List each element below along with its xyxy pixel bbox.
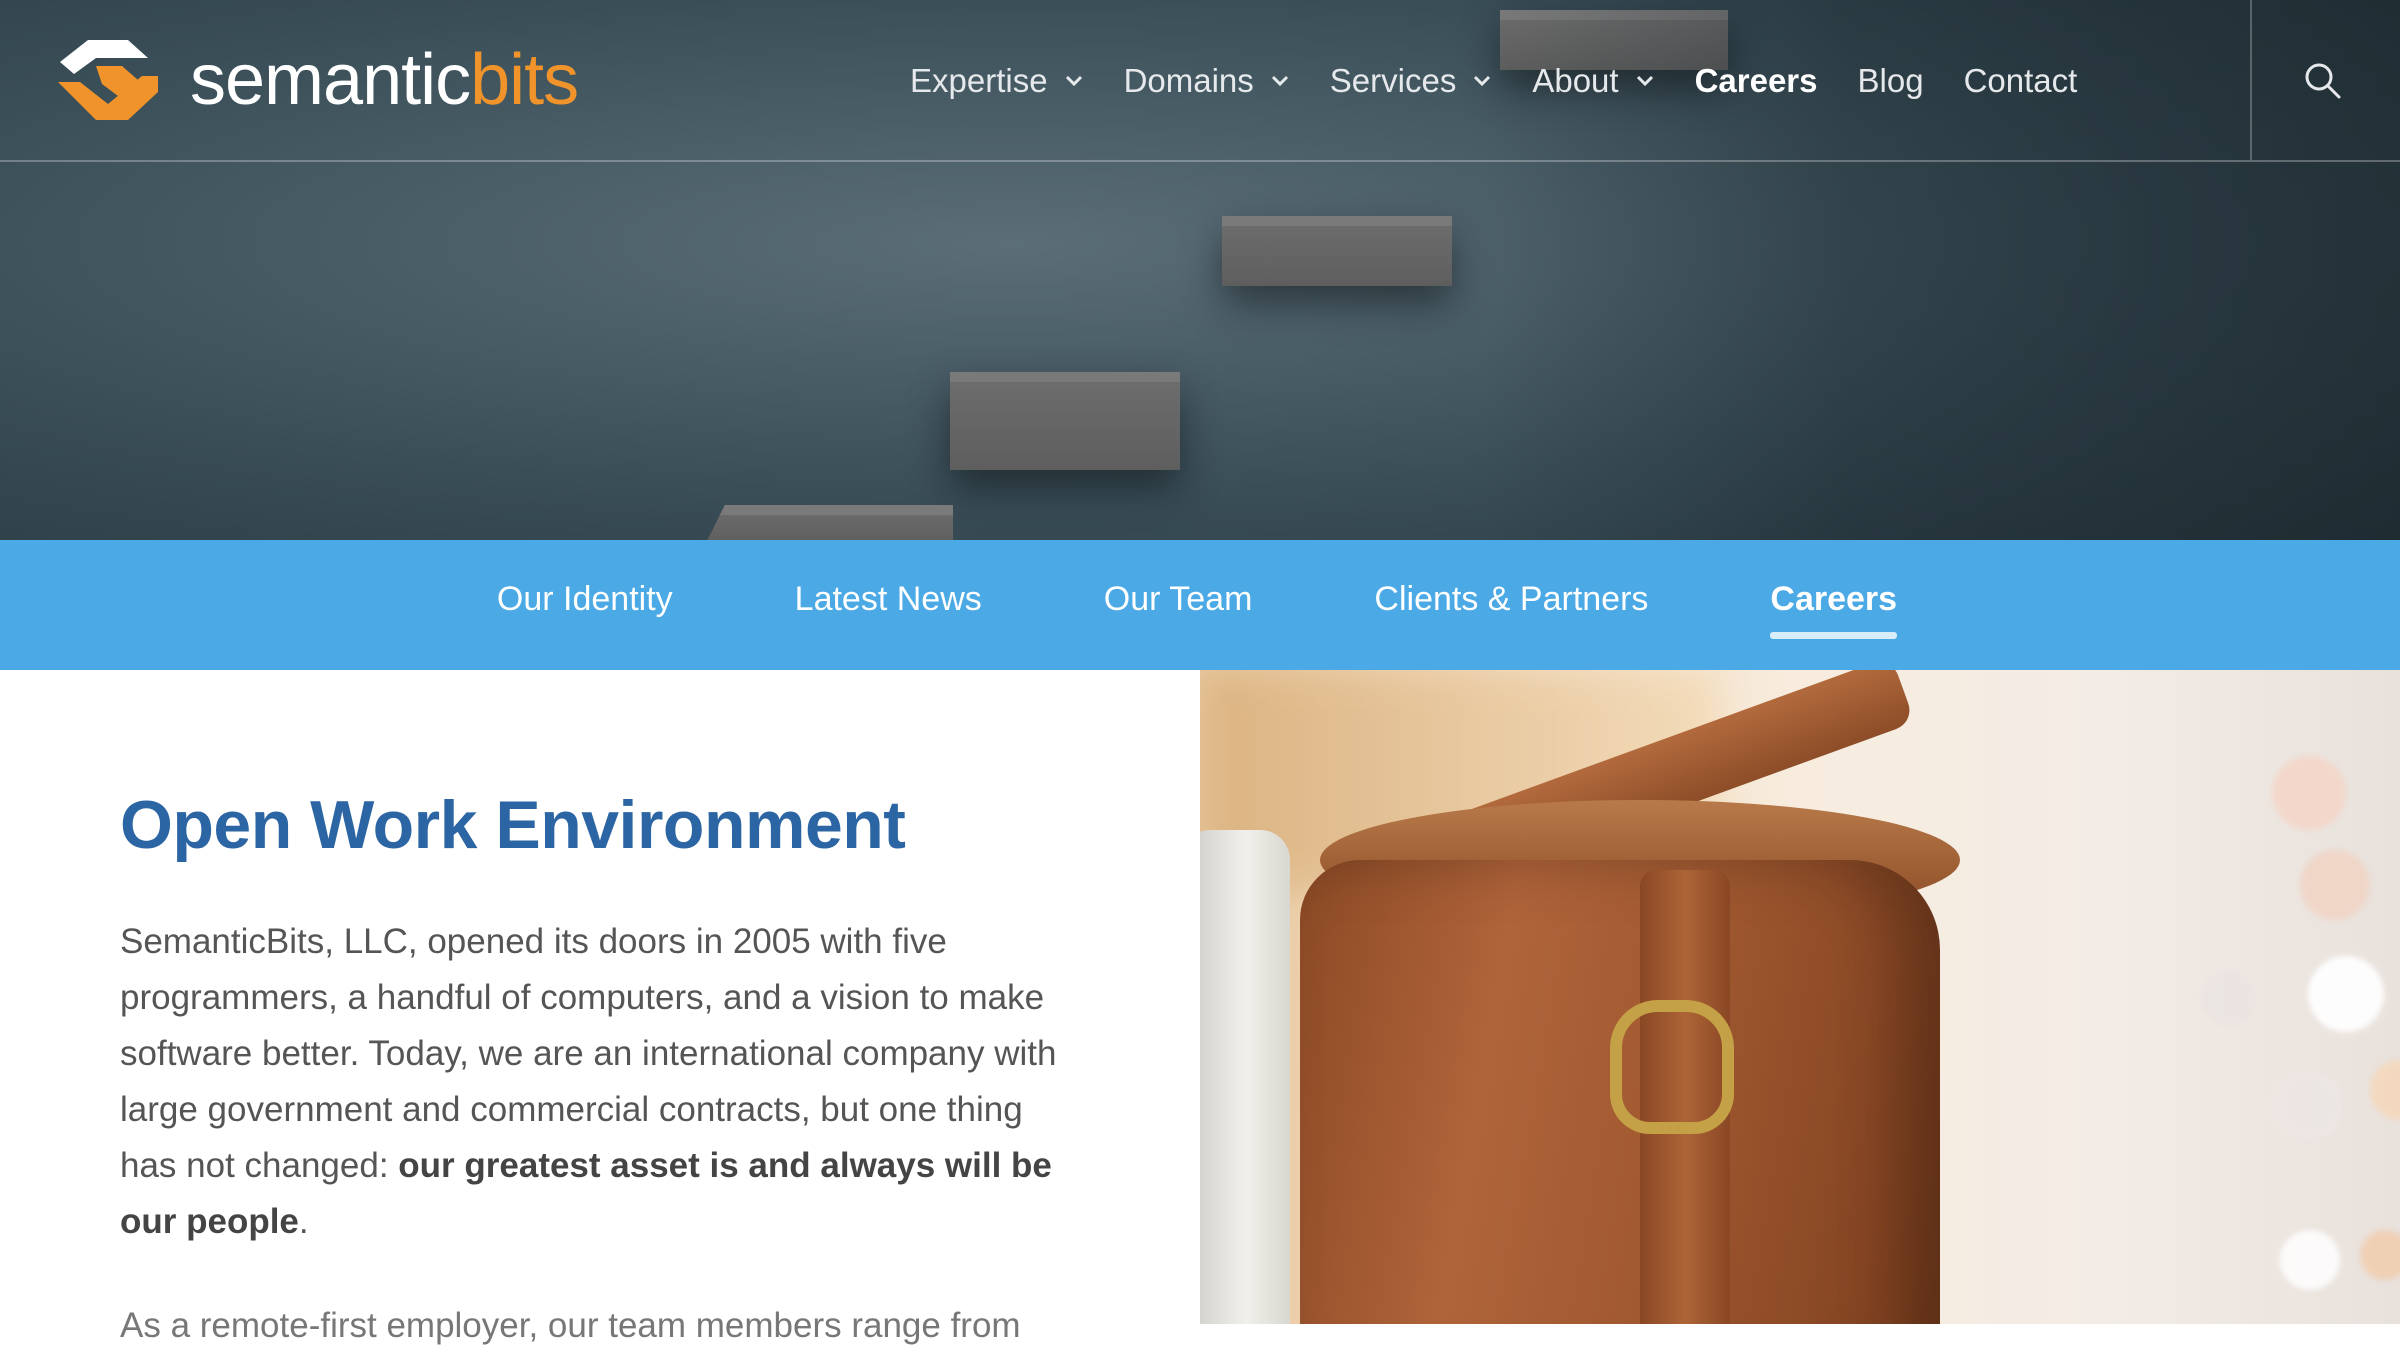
- nav-label: Services: [1329, 62, 1457, 99]
- stair-step: [1222, 216, 1452, 286]
- logo-mark-icon: [58, 40, 158, 120]
- nav-item-careers[interactable]: Careers: [1695, 62, 1818, 100]
- nav-item-about[interactable]: About: [1532, 62, 1654, 100]
- nav-item-domains[interactable]: Domains: [1124, 62, 1290, 100]
- nav-label: Domains: [1123, 62, 1254, 99]
- bokeh-light: [2300, 850, 2370, 920]
- subnav-item-our-team[interactable]: Our Team: [1104, 580, 1253, 640]
- chevron-down-icon: [1474, 75, 1491, 87]
- subnav-item-clients-partners[interactable]: Clients & Partners: [1374, 580, 1648, 640]
- bokeh-light: [2274, 1070, 2344, 1140]
- nav-label: About: [1532, 62, 1619, 99]
- paragraph-end: .: [298, 1202, 309, 1241]
- bokeh-light: [2360, 1230, 2400, 1280]
- nav-item-blog[interactable]: Blog: [1858, 62, 1924, 100]
- nav-label: Expertise: [910, 62, 1048, 99]
- content-section: Open Work Environment SemanticBits, LLC,…: [0, 670, 1200, 1345]
- logo-wordmark: semanticbits: [190, 44, 579, 116]
- main-nav: Expertise Domains Services About Careers…: [910, 56, 2077, 106]
- section-subnav: Our Identity Latest News Our Team Client…: [0, 540, 2400, 670]
- section-heading: Open Work Environment: [120, 787, 906, 863]
- bokeh-light: [2200, 970, 2256, 1026]
- stair-step: [950, 372, 1180, 470]
- logo-text-bits: bits: [470, 40, 579, 120]
- chevron-down-icon: [1271, 75, 1288, 87]
- subnav-item-latest-news[interactable]: Latest News: [795, 580, 982, 640]
- nav-item-contact[interactable]: Contact: [1964, 62, 2078, 100]
- photo-bag-buckle: [1610, 1000, 1734, 1134]
- nav-label: Contact: [1963, 62, 2078, 99]
- nav-label: Blog: [1857, 62, 1924, 99]
- bag-photo: [1200, 670, 2400, 1324]
- bokeh-light: [2272, 756, 2346, 830]
- chevron-down-icon: [1636, 75, 1653, 87]
- bokeh-light: [2280, 1230, 2340, 1290]
- nav-label: Careers: [1694, 62, 1818, 99]
- photo-laptop: [1200, 830, 1290, 1324]
- nav-divider: [2250, 0, 2252, 160]
- nav-item-expertise[interactable]: Expertise: [910, 62, 1084, 100]
- site-header: semanticbits Expertise Domains Services …: [0, 0, 2400, 162]
- intro-paragraph: SemanticBits, LLC, opened its doors in 2…: [120, 914, 1070, 1250]
- second-paragraph: As a remote-first employer, our team mem…: [120, 1306, 1021, 1345]
- subnav-item-our-identity[interactable]: Our Identity: [497, 580, 673, 640]
- search-icon[interactable]: [2302, 60, 2342, 100]
- chevron-down-icon: [1065, 75, 1082, 87]
- bokeh-light: [2370, 1060, 2400, 1120]
- stair-step: [705, 505, 953, 540]
- nav-item-services[interactable]: Services: [1330, 62, 1493, 100]
- bokeh-light: [2308, 956, 2384, 1032]
- subnav-item-careers[interactable]: Careers: [1770, 580, 1897, 640]
- logo[interactable]: semanticbits: [56, 38, 579, 122]
- logo-text-semantic: semantic: [190, 40, 471, 120]
